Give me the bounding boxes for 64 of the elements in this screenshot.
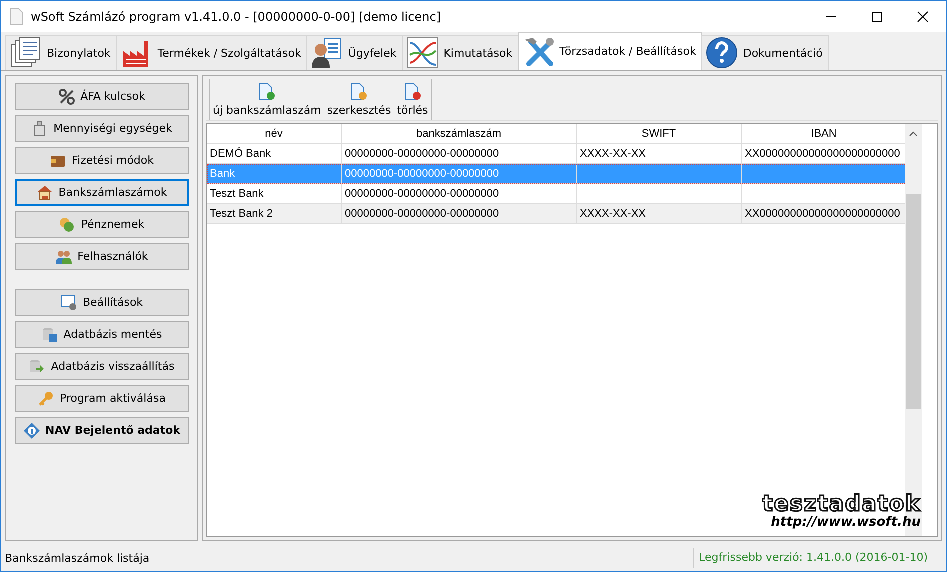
sidebar-button[interactable]: Felhasználók	[15, 243, 189, 270]
line-chart-icon	[406, 37, 439, 69]
sidebar-button[interactable]: Fizetési módok	[15, 147, 189, 174]
database-save-icon	[42, 326, 58, 342]
close-icon	[917, 10, 929, 22]
table-cell: 00000000-00000000-00000000	[345, 188, 500, 200]
info-diamond-icon	[24, 422, 40, 438]
table-cell: XXXX-XX-XX	[580, 148, 646, 160]
tools-icon	[522, 36, 555, 68]
delete-document-icon	[404, 82, 421, 100]
bank-icon	[36, 184, 53, 200]
tab[interactable]: Dokumentáció	[701, 35, 829, 70]
tab[interactable]: Kimutatások	[402, 35, 519, 70]
watermark-url: http://www.wsoft.hu	[771, 516, 921, 530]
sidebar-button[interactable]: ÁFA kulcsok	[15, 83, 189, 110]
toolbar-button[interactable]: szerkesztés	[324, 79, 394, 120]
sidebar-button[interactable]: Beállítások	[15, 289, 189, 316]
window-title: wSoft Számlázó program v1.41.0.0 - [00000000-0-00] [demo licenc]	[31, 10, 442, 24]
sidebar-button[interactable]: Adatbázis mentés	[15, 321, 189, 348]
table-row[interactable]: Teszt Bank 2 00000000-00000000-00000000 XXXX-XX-XX XX00000000000000000000000	[207, 204, 907, 224]
table-cell: Bank	[210, 168, 236, 180]
database-restore-icon	[29, 358, 46, 374]
status-message: Bankszámlaszámok listája	[5, 552, 150, 564]
documents-icon	[10, 37, 42, 69]
users-icon	[56, 248, 72, 264]
tab[interactable]: Bizonylatok	[5, 35, 117, 70]
help-icon	[706, 37, 738, 69]
currency-icon	[59, 216, 76, 232]
edit-document-icon	[351, 82, 368, 100]
tab[interactable]: Ügyfelek	[306, 35, 403, 70]
person-icon	[311, 37, 344, 69]
version-text: Legfrissebb verzió: 1.41.0.0 (2016-01-10)	[693, 548, 946, 568]
table-cell: 00000000-00000000-00000000	[345, 208, 500, 220]
key-icon	[38, 390, 54, 406]
table-cell: 00000000-00000000-00000000	[345, 168, 500, 180]
column-header[interactable]: név	[207, 124, 342, 144]
sidebar-button[interactable]: NAV Bejelentő adatok	[15, 417, 189, 444]
table-cell: Teszt Bank	[210, 188, 264, 200]
sidebar-button[interactable]: Pénznemek	[15, 211, 189, 238]
watermark-title: tesztadatok	[762, 494, 921, 516]
toolbar-button[interactable]: törlés	[394, 79, 432, 120]
document-icon	[10, 8, 24, 26]
tab[interactable]: Termékek / Szolgáltatások	[116, 35, 308, 70]
table-cell: XX00000000000000000000000	[745, 208, 900, 220]
scroll-thumb[interactable]	[906, 194, 921, 409]
table-cell: Teszt Bank 2	[210, 208, 273, 220]
sidebar-button[interactable]: Adatbázis visszaállítás	[15, 353, 189, 380]
column-header[interactable]: SWIFT	[577, 124, 742, 144]
tab[interactable]: Törzsadatok / Beállítások	[518, 32, 702, 70]
column-header[interactable]: bankszámlaszám	[342, 124, 577, 144]
scroll-up-icon[interactable]	[909, 131, 918, 137]
table-cell: XX00000000000000000000000	[745, 148, 900, 160]
sidebar-button[interactable]: Bankszámlaszámok	[15, 179, 189, 206]
sidebar-button[interactable]: Mennyiségi egységek	[15, 115, 189, 142]
table-cell: 00000000-00000000-00000000	[345, 148, 500, 160]
new-document-icon	[259, 82, 276, 100]
table-cell: XXXX-XX-XX	[580, 208, 646, 220]
table-cell: DEMÓ Bank	[210, 148, 272, 160]
sidebar-button[interactable]: Program aktiválása	[15, 385, 189, 412]
percent-icon	[58, 88, 75, 104]
weight-icon	[32, 120, 48, 136]
toolbar-button[interactable]: új bankszámlaszám	[209, 79, 324, 120]
maximize-icon	[871, 10, 883, 22]
settings-icon	[60, 294, 77, 310]
